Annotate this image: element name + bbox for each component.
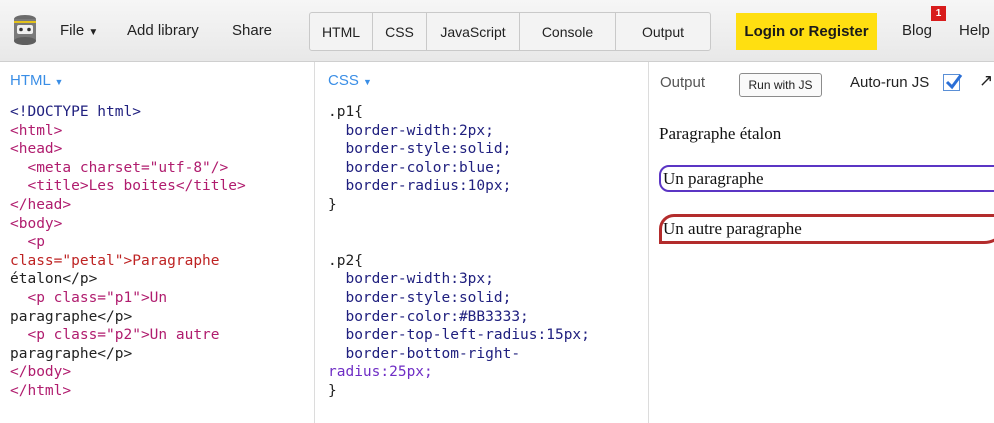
file-menu[interactable]: File ▼ xyxy=(60,20,98,44)
code-line: .p1{ xyxy=(328,104,363,120)
code-line: <title>Les boites</title> xyxy=(10,178,246,195)
output-panel: Output Run with JS Auto-run JS ↗ Paragra… xyxy=(648,62,994,423)
tab-css[interactable]: CSS xyxy=(373,13,427,50)
code-line: border-top-left-radius:15px; xyxy=(328,327,590,344)
code-line: <p class="p1">Un xyxy=(10,289,168,306)
output-panel-title: Output xyxy=(660,74,706,91)
html-panel-title: HTML xyxy=(10,72,51,89)
html-panel-menu[interactable]: HTML ▼ xyxy=(10,72,63,89)
toolbar: File ▼ Add library Share HTML CSS JavaSc… xyxy=(0,0,994,62)
panel-tabs: HTML CSS JavaScript Console Output xyxy=(309,12,711,51)
caret-down-icon: ▼ xyxy=(363,77,372,87)
autorun-label: Auto-run JS xyxy=(850,74,930,91)
code-line: étalon</p> xyxy=(10,271,98,288)
code-line: <head> xyxy=(10,141,63,158)
code-line: border-width:2px; xyxy=(328,122,494,139)
html-code-editor[interactable]: <!DOCTYPE html> <html> <head> <meta charse… xyxy=(10,103,314,401)
tab-console[interactable]: Console xyxy=(520,13,616,50)
code-line: <p xyxy=(10,234,45,251)
caret-down-icon: ▼ xyxy=(88,27,99,38)
code-line: </html> xyxy=(10,382,72,399)
code-line: border-color:blue; xyxy=(328,159,503,176)
code-line: border-bottom-right- xyxy=(328,345,521,362)
code-line: <html> xyxy=(10,122,63,139)
code-line: border-width:3px; xyxy=(328,271,494,288)
blog-link[interactable]: Blog xyxy=(902,20,932,42)
code-line: .p2{ xyxy=(328,252,363,269)
file-menu-label: File xyxy=(60,22,85,39)
expand-arrow-icon[interactable]: ↗ xyxy=(979,71,993,91)
share-button[interactable]: Share xyxy=(232,20,272,42)
code-line: } xyxy=(328,382,337,399)
css-code-editor[interactable]: .p1{ border-width:2px; border-style:soli… xyxy=(328,103,648,401)
code-line: <p class="p2">Un autre xyxy=(10,327,220,344)
code-line: paragraphe</p> xyxy=(10,345,133,362)
code-line: border-style:solid; xyxy=(328,141,512,158)
code-line: border-color:#BB3333; xyxy=(328,308,529,325)
checkmark-icon xyxy=(945,74,963,90)
paragraph-p2: Un autre paragraphe xyxy=(659,214,994,244)
css-panel: CSS ▼ .p1{ border-width:2px; border-styl… xyxy=(314,62,648,423)
code-line: </body> xyxy=(10,364,72,381)
code-line: </head> xyxy=(10,196,72,213)
blog-notification-badge: 1 xyxy=(931,6,946,21)
tab-html[interactable]: HTML xyxy=(310,13,373,50)
code-line: radius:25px; xyxy=(328,364,433,381)
css-panel-menu[interactable]: CSS ▼ xyxy=(328,72,372,89)
css-panel-title: CSS xyxy=(328,72,359,89)
code-line: } xyxy=(328,196,337,213)
autorun-checkbox[interactable] xyxy=(943,74,963,91)
login-register-button[interactable]: Login or Register xyxy=(736,13,877,50)
code-line: paragraphe</p> xyxy=(10,308,133,325)
html-panel: HTML ▼ <!DOCTYPE html> <html> <head> <meta… xyxy=(0,62,314,423)
tab-output[interactable]: Output xyxy=(616,13,710,50)
run-with-js-button[interactable]: Run with JS xyxy=(739,73,822,97)
code-line: border-style:solid; xyxy=(328,289,512,306)
caret-down-icon: ▼ xyxy=(54,77,64,87)
code-line: <meta charset="utf-8"/> xyxy=(10,159,229,176)
code-line: <body> xyxy=(10,215,63,232)
help-link[interactable]: Help xyxy=(959,20,990,42)
code-line: border-radius:10px; xyxy=(328,178,512,195)
paragraph-etalon: Paragraphe étalon xyxy=(659,124,782,143)
add-library-button[interactable]: Add library xyxy=(127,20,199,42)
code-line: class="petal">Paragraphe xyxy=(10,252,220,269)
tab-javascript[interactable]: JavaScript xyxy=(427,13,520,50)
paragraph-p1: Un paragraphe xyxy=(659,165,994,192)
jsbin-logo-icon[interactable] xyxy=(12,14,38,46)
code-line: <!DOCTYPE html> xyxy=(10,104,141,120)
